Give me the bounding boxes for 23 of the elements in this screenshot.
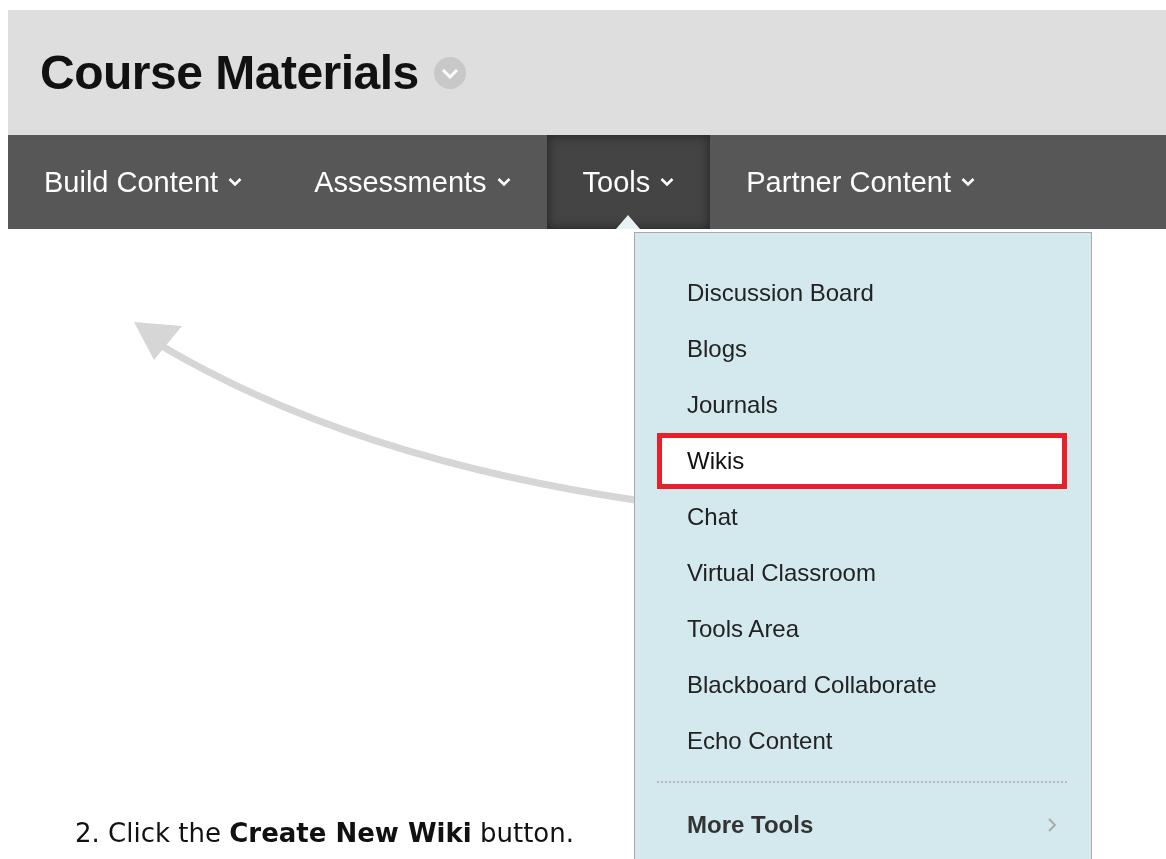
menu-item[interactable]: Wikis — [657, 433, 1067, 489]
chevron-right-icon — [1047, 817, 1057, 833]
menu-item[interactable]: Journals — [657, 377, 1067, 433]
chevron-circle-icon[interactable] — [432, 55, 467, 90]
menu-item-label: More Tools — [687, 811, 814, 839]
menu-item[interactable]: Blogs — [657, 321, 1067, 377]
chevron-down-icon — [496, 177, 511, 187]
menu-item[interactable]: Chat — [657, 489, 1067, 545]
menu-item[interactable]: Echo Content — [657, 713, 1067, 769]
menu-item[interactable]: Virtual Classroom — [657, 545, 1067, 601]
menu-item[interactable]: Discussion Board — [657, 265, 1067, 321]
nav-tab[interactable]: Tools — [546, 135, 711, 229]
chevron-down-icon — [228, 177, 243, 187]
nav-tab[interactable]: Build Content — [8, 135, 279, 229]
page-title: Course Materials — [40, 45, 419, 100]
instruction-text: 2. Click the Create New Wiki button. — [75, 818, 574, 848]
menu-item[interactable]: More Tools — [657, 797, 1067, 853]
menu-item[interactable]: Tools Area — [657, 601, 1067, 657]
chevron-down-icon — [660, 177, 675, 187]
nav-tab[interactable]: Assessments — [278, 135, 547, 229]
menu-item[interactable]: Blackboard Collaborate — [657, 657, 1067, 713]
nav-tab[interactable]: Partner Content — [710, 135, 1011, 229]
chevron-down-icon — [961, 177, 975, 187]
